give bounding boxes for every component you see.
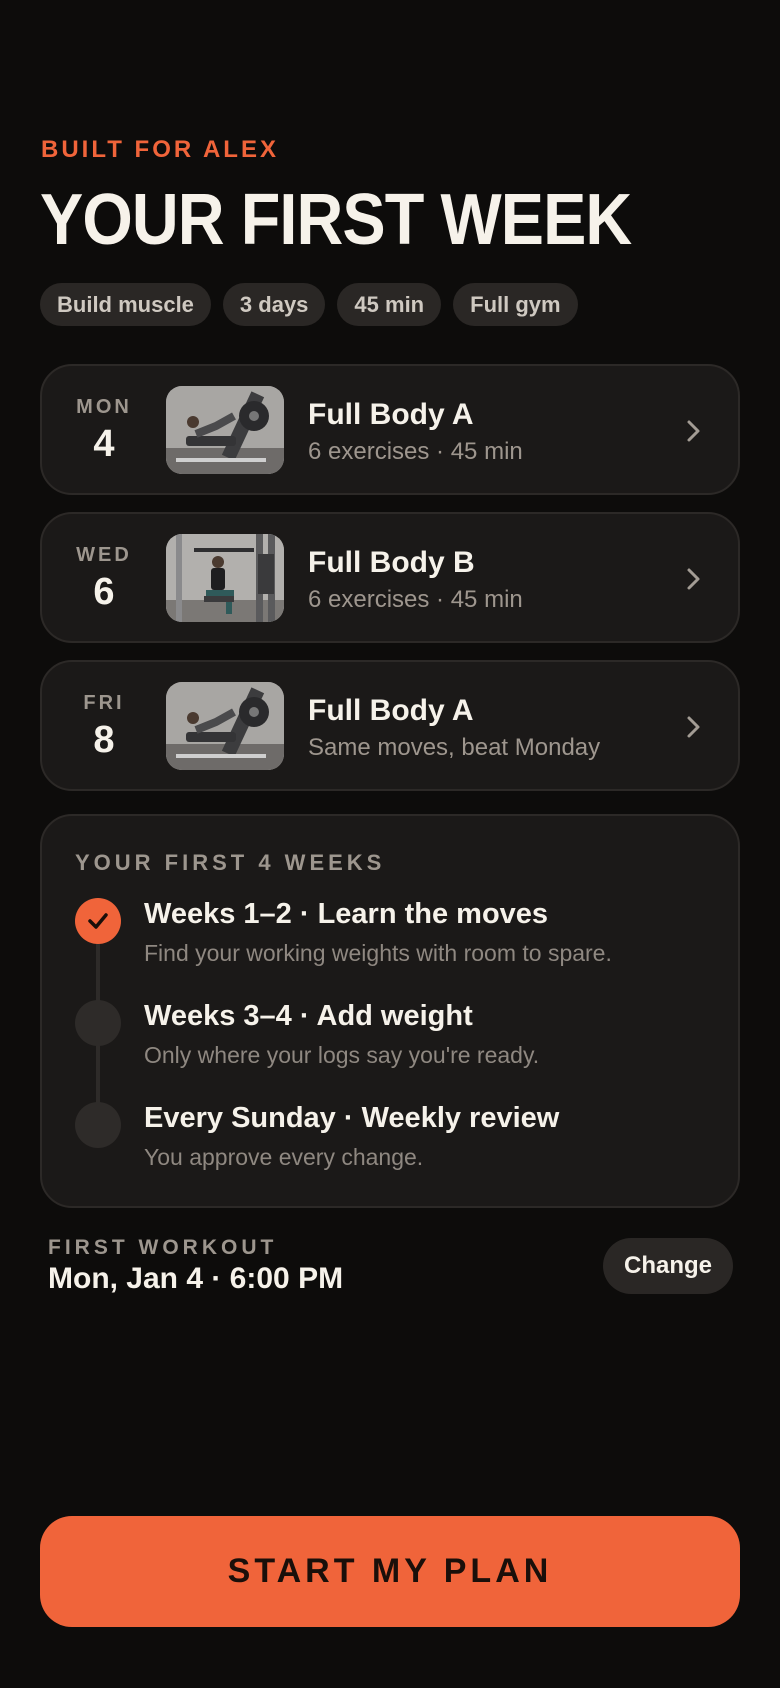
workout-title: Full Body A — [308, 398, 474, 431]
day-column: FRI 8 — [42, 662, 166, 789]
day-of-week: MON — [76, 396, 132, 418]
workout-card-wed[interactable]: WED 6 Full Body B 6 exercises · 45 min — [40, 512, 740, 643]
chip-goal: Build muscle — [40, 283, 211, 326]
workout-card-mon[interactable]: MON 4 Full Body A 6 exercises · 45 min — [40, 364, 740, 495]
check-icon — [88, 913, 108, 929]
eyebrow: BUILT FOR ALEX — [41, 136, 279, 163]
four-week-plan-card: YOUR FIRST 4 WEEKS Weeks 1–2 · Learn the… — [40, 814, 740, 1208]
workout-title: Full Body B — [308, 546, 475, 579]
step-pending-dot — [75, 1000, 121, 1046]
workout-title: Full Body A — [308, 694, 474, 727]
step-subtitle: You approve every change. — [144, 1144, 424, 1170]
chip-equipment: Full gym — [453, 283, 578, 326]
step-title: Every Sunday · Weekly review — [144, 1102, 560, 1134]
page-title: YOUR FIRST WEEK — [40, 180, 632, 260]
day-of-week: FRI — [83, 692, 125, 714]
leg-press-photo — [166, 682, 284, 770]
workout-subtitle: 6 exercises · 45 min — [308, 586, 523, 613]
step-pending-dot — [75, 1102, 121, 1148]
first-workout-label: FIRST WORKOUT — [48, 1236, 278, 1259]
lat-pulldown-photo — [166, 534, 284, 622]
change-button[interactable]: Change — [603, 1238, 733, 1294]
step-subtitle: Find your working weights with room to s… — [144, 940, 612, 966]
day-column: MON 4 — [42, 366, 166, 493]
day-number: 8 — [93, 719, 115, 761]
chip-frequency: 3 days — [222, 283, 326, 326]
workout-card-fri[interactable]: FRI 8 Full Body A Same moves, beat Monda… — [40, 660, 740, 791]
goal-chips: Build muscle 3 days 45 min Full gym — [40, 283, 578, 326]
plan-summary-screen: BUILT FOR ALEX YOUR FIRST WEEK Build mus… — [0, 0, 780, 1688]
day-of-week: WED — [76, 544, 132, 566]
workout-subtitle: 6 exercises · 45 min — [308, 438, 523, 465]
day-number: 4 — [93, 423, 115, 465]
step-title: Weeks 1–2 · Learn the moves — [144, 898, 549, 930]
workout-subtitle: Same moves, beat Monday — [308, 734, 601, 761]
step-complete-dot — [75, 898, 121, 944]
leg-press-photo — [166, 386, 284, 474]
step-subtitle: Only where your logs say you're ready. — [144, 1042, 540, 1068]
chevron-right-icon — [687, 716, 700, 738]
first-workout-datetime: Mon, Jan 4 · 6:00 PM — [48, 1262, 344, 1295]
step-title: Weeks 3–4 · Add weight — [144, 1000, 473, 1032]
chevron-right-icon — [687, 568, 700, 590]
chip-duration: 45 min — [337, 283, 442, 326]
chevron-right-icon — [687, 420, 700, 442]
start-plan-button[interactable]: START MY PLAN — [40, 1516, 740, 1627]
plan-eyebrow: YOUR FIRST 4 WEEKS — [75, 850, 386, 875]
day-number: 6 — [93, 571, 115, 613]
day-column: WED 6 — [42, 514, 166, 641]
